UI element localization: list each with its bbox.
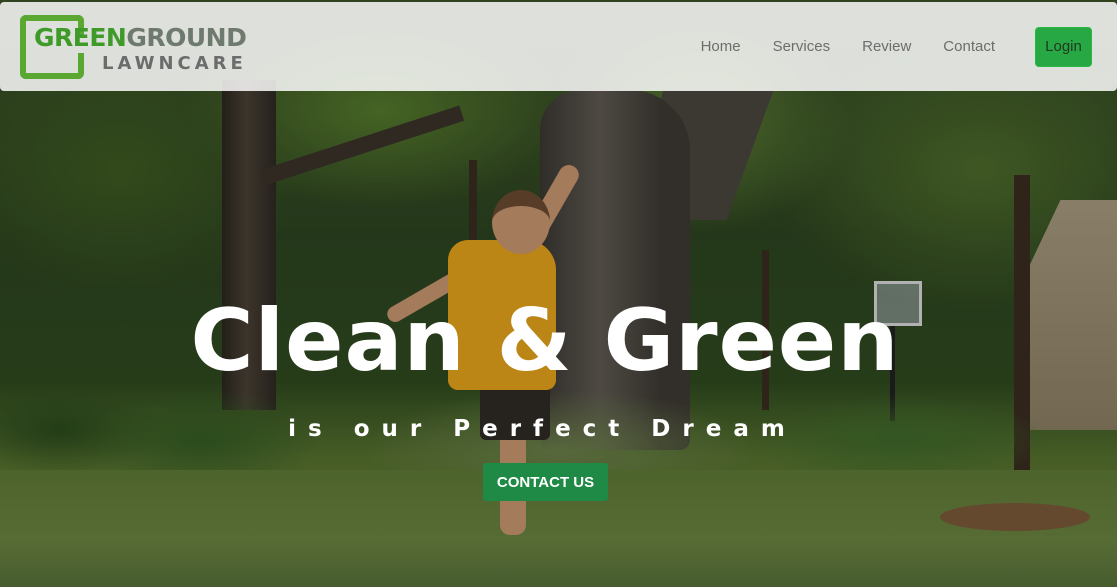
login-button[interactable]: Login bbox=[1035, 26, 1092, 67]
nav-link-home[interactable]: Home bbox=[701, 38, 741, 55]
nav-link-services[interactable]: Services bbox=[773, 38, 831, 55]
hero-headline: Clean & Green bbox=[190, 291, 900, 391]
nav-links: Home Services Review Contact Login bbox=[669, 26, 1092, 67]
nav-link-review[interactable]: Review bbox=[862, 38, 911, 55]
nav-link-contact[interactable]: Contact bbox=[943, 38, 995, 55]
contact-us-button[interactable]: CONTACT US bbox=[483, 463, 608, 501]
logo-word-green: GREEN bbox=[34, 22, 127, 52]
logo-word-ground: GROUND bbox=[126, 22, 247, 52]
logo-mark-icon-part bbox=[68, 52, 84, 79]
brand-logo[interactable]: GREENGROUND LAWNCARE bbox=[20, 14, 260, 79]
hero-subheadline: is our Perfect Dream bbox=[288, 416, 797, 442]
navbar: GREENGROUND LAWNCARE Home Services Revie… bbox=[0, 2, 1117, 91]
logo-tagline: LAWNCARE bbox=[102, 52, 247, 74]
logo-wordmark: GREENGROUND bbox=[34, 22, 247, 52]
